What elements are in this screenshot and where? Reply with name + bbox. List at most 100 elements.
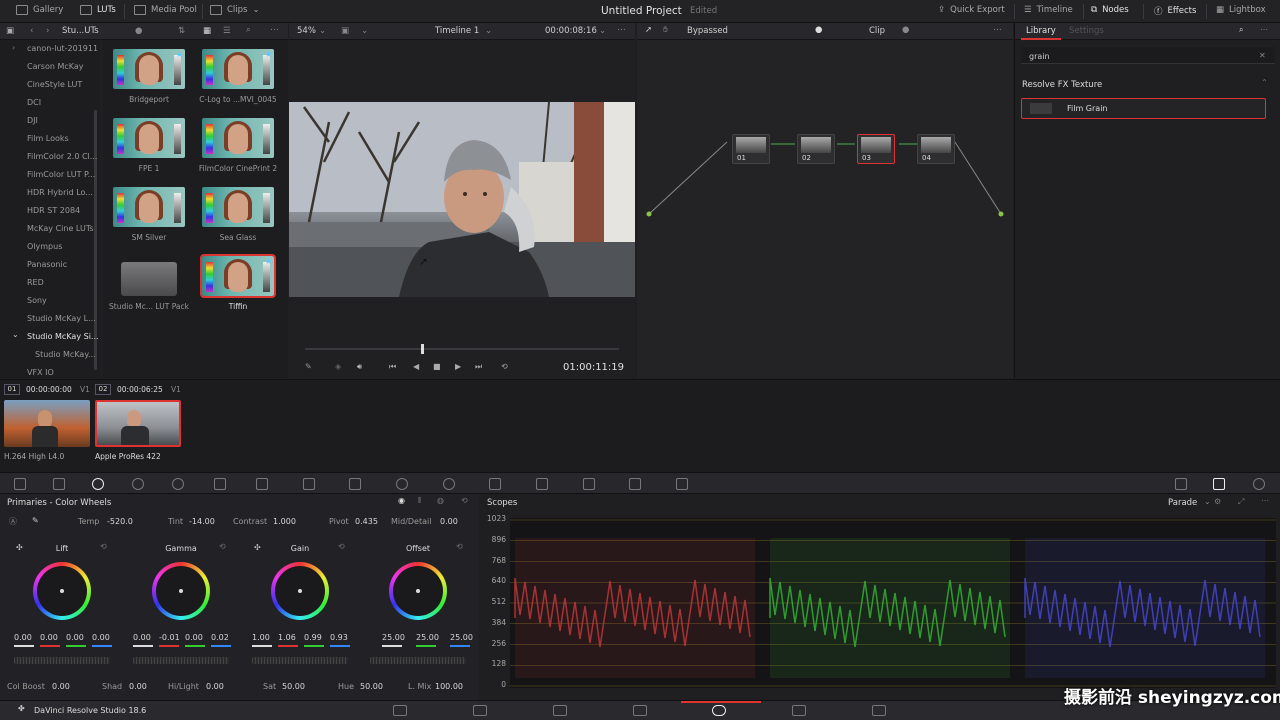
chevron-down-icon[interactable]: ⌄: [12, 330, 19, 339]
wheel-value-field[interactable]: 0.00: [133, 633, 151, 642]
more-options-icon[interactable]: ⋯: [1261, 496, 1269, 505]
gallery-button[interactable]: Gallery: [16, 5, 63, 15]
lut-thumbnail[interactable]: ★: [113, 49, 185, 89]
color-wheels-icon[interactable]: [92, 478, 104, 490]
color-page-icon[interactable]: [712, 705, 726, 716]
lut-folder-item[interactable]: Sony: [27, 296, 47, 305]
bars-mode-icon[interactable]: ⦀: [418, 496, 422, 506]
node-mode[interactable]: Clip: [869, 26, 885, 36]
scopes-icon[interactable]: [1213, 478, 1225, 490]
lut-folder-item[interactable]: Film Looks: [27, 134, 69, 143]
lut-folder-item[interactable]: HDR Hybrid Lo...: [27, 188, 93, 197]
contrast-field[interactable]: 1.000: [273, 517, 296, 526]
wheel-value-field[interactable]: 25.00: [416, 633, 439, 642]
rgb-mixer-icon[interactable]: [172, 478, 184, 490]
view-mode-icon[interactable]: ▣: [341, 26, 349, 36]
wheel-value-field[interactable]: 0.93: [330, 633, 348, 642]
reset-all-icon[interactable]: ⟲: [461, 496, 468, 505]
sidebar-toggle-icon[interactable]: ▣: [6, 26, 14, 36]
lmix-field[interactable]: 100.00: [435, 682, 463, 691]
lut-folder-item[interactable]: Carson McKay: [27, 62, 84, 71]
play-icon[interactable]: ▶: [455, 362, 461, 371]
color-node[interactable]: 04: [917, 134, 955, 164]
lut-folder-item[interactable]: RED: [27, 278, 44, 287]
bypassed-label[interactable]: Bypassed: [687, 26, 728, 36]
camera-raw-icon[interactable]: [14, 478, 26, 490]
tab-library[interactable]: Library: [1026, 26, 1056, 36]
curves-icon[interactable]: [256, 478, 268, 490]
chevron-down-icon[interactable]: ⌄: [599, 26, 606, 36]
sizing-icon[interactable]: [629, 478, 641, 490]
media-page-icon[interactable]: [393, 705, 407, 716]
color-node[interactable]: 02: [797, 134, 835, 164]
edit-page-icon[interactable]: [553, 705, 567, 716]
chevron-down-icon[interactable]: ⌄: [485, 26, 492, 36]
lut-folder-item[interactable]: Panasonic: [27, 260, 67, 269]
lut-thumbnail[interactable]: ★: [202, 49, 274, 89]
master-wheel-jog[interactable]: [252, 657, 348, 664]
scrubber-track[interactable]: [305, 348, 619, 350]
hdr-wheels-icon[interactable]: [132, 478, 144, 490]
layers-icon[interactable]: ◈: [335, 362, 341, 371]
timeline-button[interactable]: ☰ Timeline: [1024, 5, 1073, 15]
clip-thumbnail-selected[interactable]: [95, 400, 181, 447]
motion-effects-icon[interactable]: [214, 478, 226, 490]
hue-field[interactable]: 50.00: [360, 682, 383, 691]
wheels-mode-icon[interactable]: ◉: [398, 496, 405, 505]
list-view-icon[interactable]: ☰: [223, 26, 231, 36]
picker-icon[interactable]: ✎: [32, 516, 39, 525]
crosshair-icon[interactable]: ✣: [254, 543, 261, 552]
lut-folder-thumbnail[interactable]: [113, 256, 185, 296]
wheel-value-field[interactable]: 0.00: [92, 633, 110, 642]
effects-search-input[interactable]: grain ✕: [1021, 47, 1275, 64]
wheel-value-field[interactable]: 0.00: [14, 633, 32, 642]
info-icon[interactable]: [1253, 478, 1265, 490]
lut-folder-item[interactable]: DJI: [27, 116, 38, 125]
scope-settings-icon[interactable]: ⚙︎: [1214, 497, 1221, 506]
lut-thumbnail[interactable]: ★: [200, 254, 276, 298]
clear-search-icon[interactable]: ✕: [1259, 51, 1266, 60]
clips-button[interactable]: Clips ⌄: [210, 5, 260, 15]
deliver-page-icon[interactable]: [872, 705, 886, 716]
wheel-center-handle[interactable]: [298, 589, 302, 593]
reset-wheel-icon[interactable]: ⟲: [100, 542, 107, 551]
reset-wheel-icon[interactable]: ⟲: [338, 542, 345, 551]
lut-folder-item[interactable]: Studio McKay L...: [27, 314, 96, 323]
scope-mode-select[interactable]: Parade: [1168, 498, 1197, 508]
reset-wheel-icon[interactable]: ⟲: [219, 542, 226, 551]
col-boost-field[interactable]: 0.00: [52, 682, 70, 691]
lut-folder-item[interactable]: Studio McKay...: [35, 350, 96, 359]
lut-folder-item[interactable]: Olympus: [27, 242, 62, 251]
wheel-value-field[interactable]: 0.00: [66, 633, 84, 642]
viewer-frame[interactable]: ➚: [289, 102, 635, 297]
color-warper-icon[interactable]: [303, 478, 315, 490]
wheel-value-field[interactable]: 0.02: [211, 633, 229, 642]
skip-back-icon[interactable]: ⏮︎: [389, 362, 396, 372]
tab-settings[interactable]: Settings: [1069, 26, 1104, 36]
media-pool-button[interactable]: Media Pool: [134, 5, 197, 15]
lut-folder-item[interactable]: canon-lut-201911: [27, 44, 98, 53]
tracker-icon[interactable]: [443, 478, 455, 490]
key-icon[interactable]: [583, 478, 595, 490]
lut-folder-item[interactable]: HDR ST 2084: [27, 206, 80, 215]
grid-view-icon[interactable]: ▦: [203, 26, 211, 36]
film-grain-effect[interactable]: Film Grain: [1021, 98, 1266, 119]
play-reverse-icon[interactable]: ◀: [413, 362, 419, 371]
search-icon[interactable]: ⌕: [246, 25, 251, 35]
lut-folder-item[interactable]: VFX IO: [27, 368, 54, 377]
stop-icon[interactable]: ■: [433, 362, 441, 371]
quick-export-button[interactable]: ⇪ Quick Export: [938, 5, 1005, 15]
blur-icon[interactable]: [536, 478, 548, 490]
lut-folder-item[interactable]: McKay Cine LUTs: [27, 224, 94, 233]
wheel-value-field[interactable]: 0.00: [185, 633, 203, 642]
wheel-value-field[interactable]: 0.00: [40, 633, 58, 642]
wheel-center-handle[interactable]: [416, 589, 420, 593]
loop-icon[interactable]: ⟲: [501, 362, 508, 371]
color-node[interactable]: 01: [732, 134, 770, 164]
chevron-up-icon[interactable]: ⌃: [1261, 78, 1268, 87]
wheel-value-field[interactable]: 25.00: [382, 633, 405, 642]
temp-field[interactable]: -520.0: [107, 517, 133, 526]
lut-folder-item[interactable]: DCI: [27, 98, 41, 107]
more-options-icon[interactable]: ⋯: [993, 25, 1002, 35]
chevron-down-icon[interactable]: ⌄: [1204, 497, 1211, 506]
